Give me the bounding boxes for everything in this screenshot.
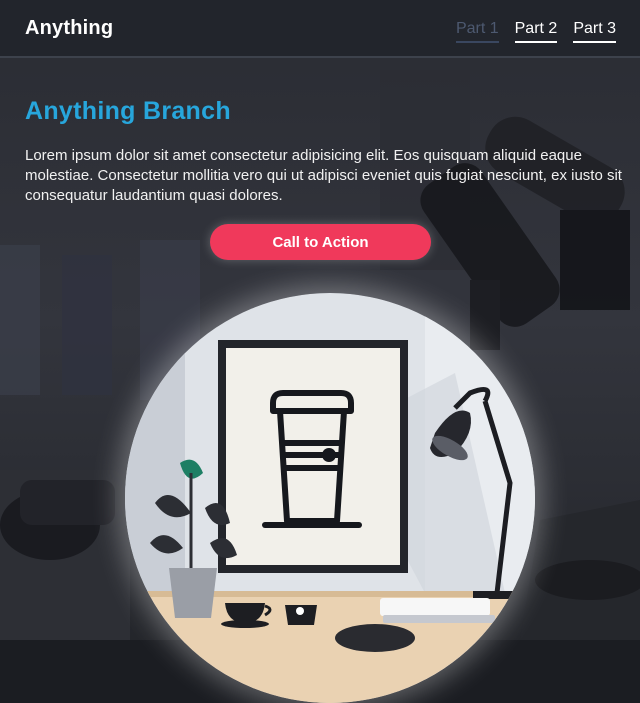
- nav-part-1-link[interactable]: Part 1: [455, 20, 499, 43]
- nav-part-3-link[interactable]: Part 3: [573, 20, 616, 43]
- hero-section: Anything Branch Lorem ipsum dolor sit am…: [25, 97, 625, 206]
- hero-title: Anything Branch: [25, 97, 231, 125]
- hero-description: Lorem ipsum dolor sit amet consectetur a…: [25, 147, 622, 204]
- framed-poster: [218, 340, 408, 573]
- brand-logo-text[interactable]: Anything: [25, 17, 113, 40]
- section-nav: Part 1 Part 2 Part 3: [455, 20, 616, 43]
- top-nav-bar: Anything Part 1 Part 2 Part 3: [0, 0, 640, 58]
- nav-part-2-link[interactable]: Part 2: [514, 20, 558, 43]
- hero-illustration: [125, 293, 535, 703]
- call-to-action-button[interactable]: Call to Action: [210, 224, 431, 260]
